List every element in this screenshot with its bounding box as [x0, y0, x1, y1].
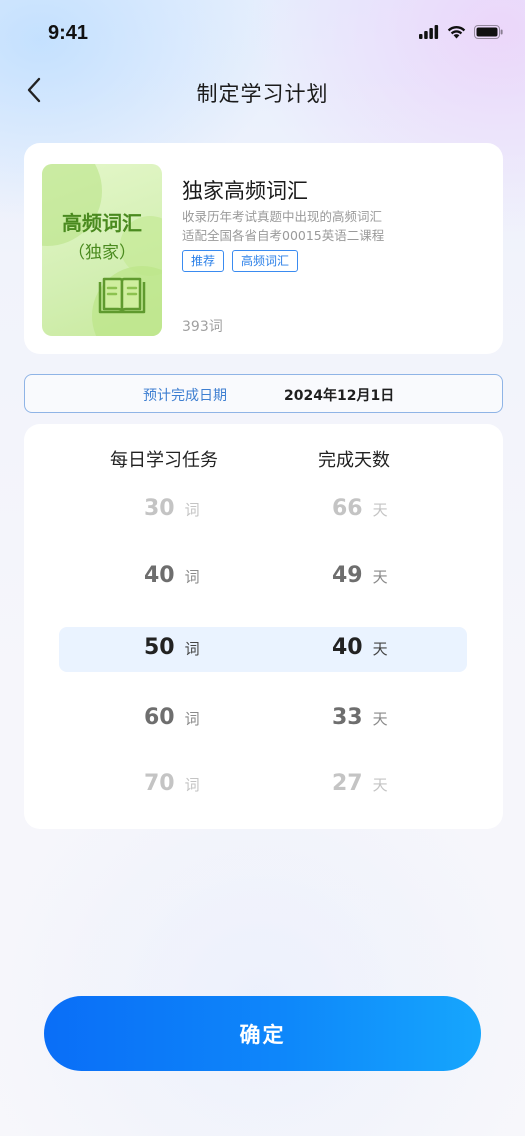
words-unit: 词 — [184, 640, 200, 658]
completion-date-label: 预计完成日期 — [143, 388, 227, 404]
words-unit: 词 — [184, 501, 200, 519]
book-name: 独家高频词汇 — [182, 179, 308, 203]
completion-date-value: 2024年12月1日 — [284, 388, 395, 404]
tag-recommended: 推荐 — [182, 250, 225, 272]
days-unit: 天 — [372, 710, 388, 728]
words-unit: 词 — [184, 776, 200, 794]
days-value: 49 — [332, 563, 363, 588]
signal-icon — [419, 24, 439, 43]
daily-words-value: 50 — [144, 635, 175, 660]
description-line: 适配全国各省自考00015英语二课程 — [182, 228, 385, 243]
days-value: 33 — [332, 705, 363, 730]
days-value: 66 — [332, 496, 363, 521]
daily-words-value: 60 — [144, 705, 175, 730]
picker-row[interactable]: 40 词 49 天 — [24, 563, 503, 603]
picker-row[interactable]: 30 词 66 天 — [24, 496, 503, 536]
words-unit: 词 — [184, 710, 200, 728]
word-count: 393词 — [182, 319, 223, 335]
daily-words-value: 30 — [144, 496, 175, 521]
days-unit: 天 — [372, 501, 388, 519]
cover-title: 高频词汇 — [62, 211, 142, 235]
days-value: 40 — [332, 635, 363, 660]
daily-words-value: 40 — [144, 563, 175, 588]
book-tags: 推荐 高频词汇 — [182, 250, 299, 272]
cover-subtitle: （独家） — [68, 243, 136, 263]
words-unit: 词 — [184, 568, 200, 586]
confirm-button[interactable]: 确定 — [44, 996, 481, 1071]
book-description: 收录历年考试真题中出现的高频词汇 适配全国各省自考00015英语二课程 — [182, 207, 482, 245]
page-title: 制定学习计划 — [196, 82, 329, 106]
open-book-icon — [98, 276, 146, 318]
plan-picker: 每日学习任务 完成天数 30 词 66 天 40 词 49 天 50 词 40 天 60 词 … — [24, 424, 503, 829]
days-header: 完成天数 — [318, 450, 390, 471]
picker-row[interactable]: 70 词 27 天 — [24, 771, 503, 811]
days-value: 27 — [332, 771, 363, 796]
picker-row[interactable]: 60 词 33 天 — [24, 705, 503, 745]
daily-task-header: 每日学习任务 — [110, 450, 218, 471]
book-card: 高频词汇 （独家） 独家高频词汇 收录历年考试真题中出现的高频词汇 适配全国各省… — [24, 143, 503, 354]
battery-icon — [474, 24, 503, 43]
status-bar: 9:41 — [0, 0, 525, 66]
completion-date-bar: 预计完成日期 2024年12月1日 — [24, 374, 503, 413]
daily-words-value: 70 — [144, 771, 175, 796]
status-icons — [419, 24, 503, 43]
wifi-icon — [447, 24, 466, 43]
nav-bar: 制定学习计划 — [0, 66, 525, 118]
description-line: 收录历年考试真题中出现的高频词汇 — [182, 209, 383, 224]
tag-high-frequency: 高频词汇 — [232, 250, 299, 272]
picker-row-selected[interactable]: 50 词 40 天 — [24, 635, 503, 675]
days-unit: 天 — [372, 568, 388, 586]
status-time: 9:41 — [48, 22, 89, 44]
book-cover: 高频词汇 （独家） — [42, 164, 162, 336]
days-unit: 天 — [372, 640, 388, 658]
days-unit: 天 — [372, 776, 388, 794]
